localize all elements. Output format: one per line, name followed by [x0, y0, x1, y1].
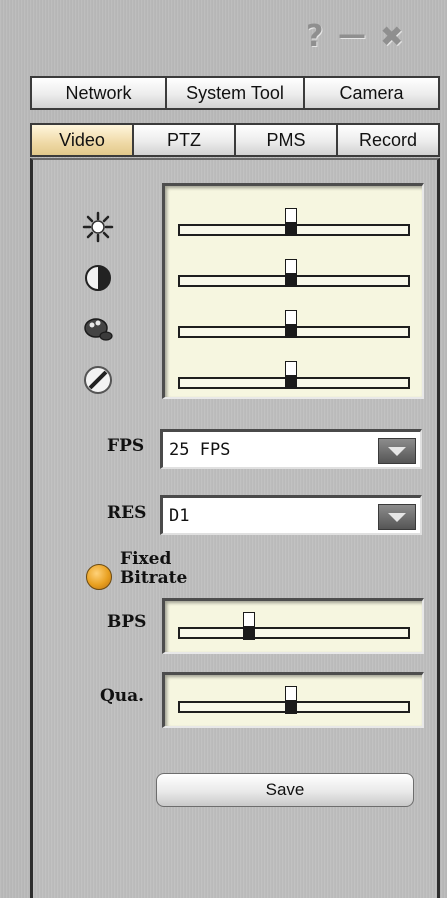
- minimize-icon[interactable]: —: [338, 20, 366, 50]
- fixed-bitrate-label-1: Fixed: [120, 549, 172, 569]
- tab-pms[interactable]: PMS: [234, 123, 338, 157]
- fps-label: FPS: [107, 436, 145, 456]
- saturation-slider-handle[interactable]: [285, 310, 297, 338]
- res-select[interactable]: D1: [160, 495, 422, 535]
- brightness-icon: [82, 211, 114, 243]
- tab-video[interactable]: Video: [30, 123, 134, 157]
- contrast-icon: [82, 262, 114, 294]
- quality-box: [162, 672, 424, 728]
- color-palette-icon: [82, 313, 114, 345]
- quality-label: Qua.: [100, 686, 145, 706]
- res-value: D1: [169, 506, 190, 526]
- close-icon[interactable]: ✖: [380, 22, 403, 52]
- tab-system-tool[interactable]: System Tool: [165, 76, 305, 110]
- save-button[interactable]: Save: [156, 773, 414, 807]
- fps-select[interactable]: 25 FPS: [160, 429, 422, 469]
- brightness-slider-handle[interactable]: [285, 208, 297, 236]
- bps-box: [162, 598, 424, 654]
- fixed-bitrate-label-2: Bitrate: [120, 568, 188, 588]
- fps-value: 25 FPS: [169, 440, 231, 460]
- help-icon[interactable]: ?: [306, 22, 323, 52]
- bps-label: BPS: [107, 612, 147, 632]
- image-adjust-box: [162, 183, 424, 399]
- fixed-bitrate-radio[interactable]: [86, 564, 112, 590]
- tab-network[interactable]: Network: [30, 76, 167, 110]
- sharpness-icon: [82, 364, 114, 396]
- sharpness-slider-handle[interactable]: [285, 361, 297, 389]
- bps-slider[interactable]: [178, 627, 410, 639]
- chevron-down-icon[interactable]: [378, 438, 416, 464]
- tab-record[interactable]: Record: [336, 123, 440, 157]
- bps-slider-handle[interactable]: [243, 612, 255, 640]
- quality-slider-handle[interactable]: [285, 686, 297, 714]
- tab-camera[interactable]: Camera: [303, 76, 440, 110]
- tab-ptz[interactable]: PTZ: [132, 123, 236, 157]
- contrast-slider-handle[interactable]: [285, 259, 297, 287]
- chevron-down-icon[interactable]: [378, 504, 416, 530]
- res-label: RES: [107, 503, 147, 523]
